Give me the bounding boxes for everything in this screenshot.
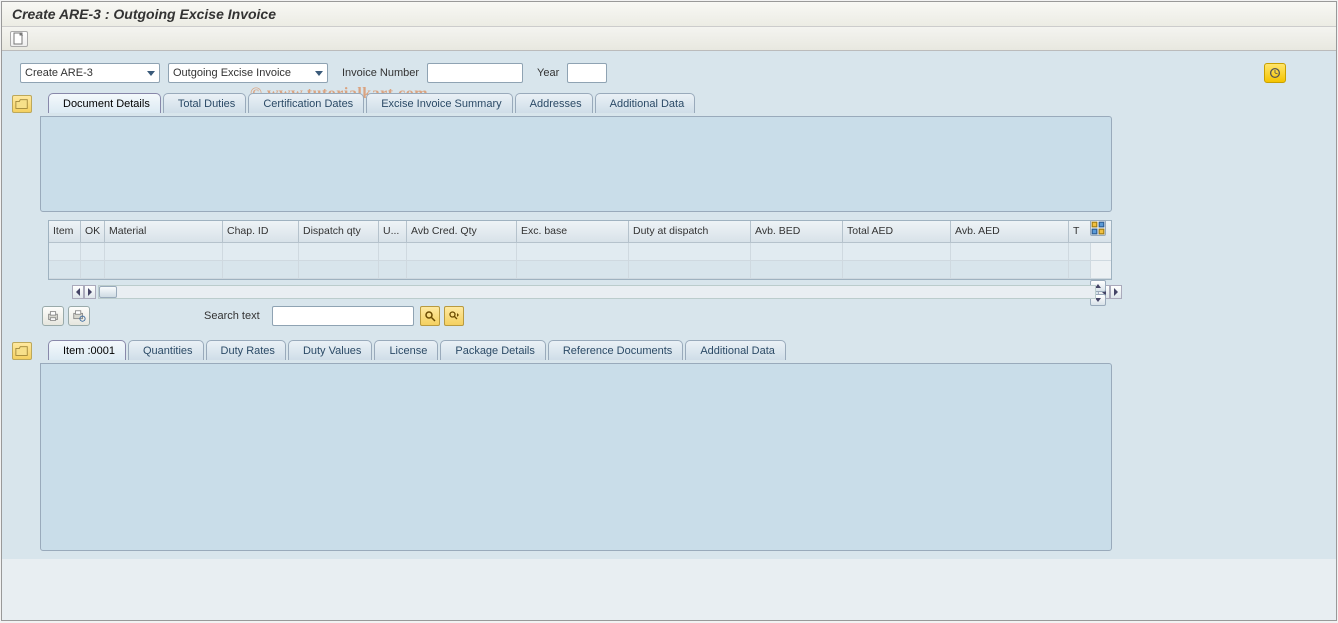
tab-excise-invoice-summary[interactable]: Excise Invoice Summary xyxy=(366,93,512,113)
tab-total-duties[interactable]: Total Duties xyxy=(163,93,246,113)
page-title: Create ARE-3 : Outgoing Excise Invoice xyxy=(2,2,1336,27)
expand-top-button[interactable] xyxy=(12,95,32,113)
tab-additional-data-bottom[interactable]: Additional Data xyxy=(685,340,786,360)
year-input[interactable] xyxy=(567,63,607,83)
doc-type-dropdown[interactable]: Outgoing Excise Invoice xyxy=(168,63,328,83)
tab-certification-dates[interactable]: Certification Dates xyxy=(248,93,364,113)
items-table: Item OK Material Chap. ID Dispatch qty U… xyxy=(48,220,1112,280)
col-dispatch-qty[interactable]: Dispatch qty xyxy=(299,221,379,242)
tab-reference-documents[interactable]: Reference Documents xyxy=(548,340,683,360)
grid-container: Item OK Material Chap. ID Dispatch qty U… xyxy=(12,220,1116,280)
top-tab-panel xyxy=(40,116,1112,212)
table-config-button[interactable] xyxy=(1090,220,1106,236)
tab-quantities[interactable]: Quantities xyxy=(128,340,204,360)
search-input[interactable] xyxy=(272,306,414,326)
app-window: Create ARE-3 : Outgoing Excise Invoice ©… xyxy=(1,1,1337,621)
invoice-number-label: Invoice Number xyxy=(342,67,419,79)
tab-license[interactable]: License xyxy=(374,340,438,360)
print-preview-button[interactable] xyxy=(68,306,90,326)
hscroll-thumb[interactable] xyxy=(99,286,117,298)
print-button[interactable] xyxy=(42,306,64,326)
table-body xyxy=(49,243,1111,279)
col-item[interactable]: Item xyxy=(49,221,81,242)
filter-bar: Create ARE-3 Outgoing Excise Invoice Inv… xyxy=(12,63,1326,83)
execute-button[interactable] xyxy=(1264,63,1286,83)
col-avb-bed[interactable]: Avb. BED xyxy=(751,221,843,242)
tab-duty-rates[interactable]: Duty Rates xyxy=(206,340,286,360)
create-type-dropdown[interactable]: Create ARE-3 xyxy=(20,63,160,83)
col-avb-cred-qty[interactable]: Avb Cred. Qty xyxy=(407,221,517,242)
col-t[interactable]: T xyxy=(1069,221,1091,242)
tab-additional-data-top[interactable]: Additional Data xyxy=(595,93,696,113)
new-document-button[interactable] xyxy=(10,31,28,47)
year-label: Year xyxy=(537,67,559,79)
col-chap-id[interactable]: Chap. ID xyxy=(223,221,299,242)
bottom-tab-row: Item :0001 Quantities Duty Rates Duty Va… xyxy=(12,340,1326,360)
tab-addresses[interactable]: Addresses xyxy=(515,93,593,113)
search-label: Search text xyxy=(204,310,260,322)
top-tab-row: Document Details Total Duties Certificat… xyxy=(12,93,1326,113)
content-area: © www.tutorialkart.com Create ARE-3 Outg… xyxy=(2,51,1336,559)
find-next-button[interactable] xyxy=(444,306,464,326)
invoice-number-input[interactable] xyxy=(427,63,523,83)
app-toolbar xyxy=(2,27,1336,51)
tab-duty-values[interactable]: Duty Values xyxy=(288,340,373,360)
action-row: Search text xyxy=(42,306,1326,326)
table-hscroll xyxy=(72,284,1122,300)
col-ok[interactable]: OK xyxy=(81,221,105,242)
col-avb-aed[interactable]: Avb. AED xyxy=(951,221,1069,242)
expand-bottom-button[interactable] xyxy=(12,342,32,360)
table-header: Item OK Material Chap. ID Dispatch qty U… xyxy=(49,221,1111,243)
col-total-aed[interactable]: Total AED xyxy=(843,221,951,242)
bottom-tabs: Item :0001 Quantities Duty Rates Duty Va… xyxy=(48,340,786,360)
tab-item-0001[interactable]: Item :0001 xyxy=(48,340,126,360)
find-button[interactable] xyxy=(420,306,440,326)
hscroll-left-button[interactable] xyxy=(72,285,84,299)
table-row[interactable] xyxy=(49,243,1111,261)
col-duty-at-dispatch[interactable]: Duty at dispatch xyxy=(629,221,751,242)
table-row[interactable] xyxy=(49,261,1111,279)
top-tabs: Document Details Total Duties Certificat… xyxy=(48,93,695,113)
hscroll-right-button[interactable] xyxy=(84,285,96,299)
col-unit[interactable]: U... xyxy=(379,221,407,242)
bottom-tab-panel xyxy=(40,363,1112,551)
col-exc-base[interactable]: Exc. base xyxy=(517,221,629,242)
col-material[interactable]: Material xyxy=(105,221,223,242)
tab-package-details[interactable]: Package Details xyxy=(440,340,546,360)
hscroll-track[interactable] xyxy=(98,285,1096,299)
tab-document-details[interactable]: Document Details xyxy=(48,93,161,113)
hscroll-right2-button[interactable] xyxy=(1110,285,1122,299)
